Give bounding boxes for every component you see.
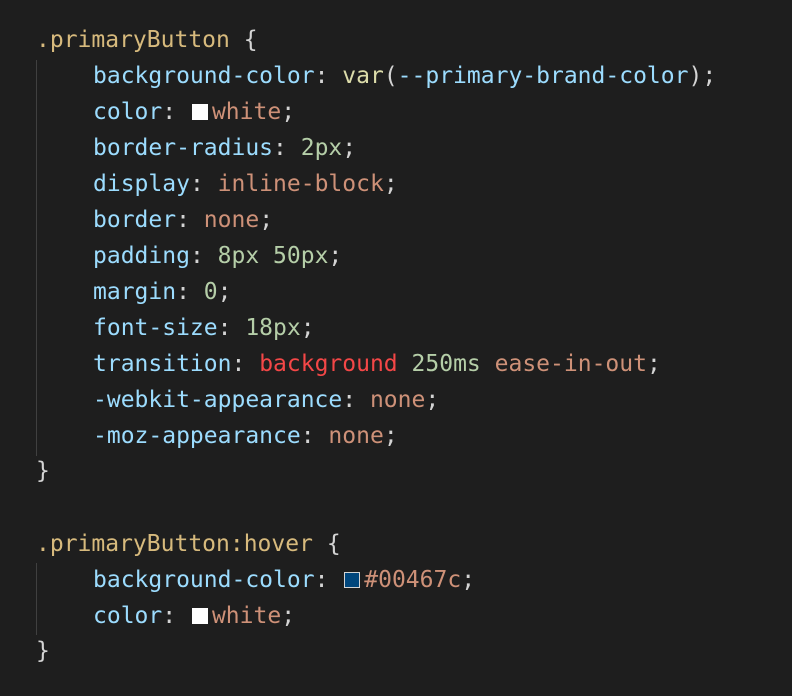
css-property: border-radius xyxy=(93,135,274,161)
open-brace: { xyxy=(243,27,258,53)
css-value-keyword: background xyxy=(259,351,398,377)
indent-guide xyxy=(36,60,37,456)
css-value: none xyxy=(328,423,384,449)
css-property: font-size xyxy=(93,315,218,341)
css-value-easing: ease-in-out xyxy=(494,351,647,377)
css-value-duration: 250ms xyxy=(411,351,481,377)
css-property: padding xyxy=(93,243,190,269)
code-line[interactable]: background-color: var(--primary-brand-co… xyxy=(93,58,716,94)
code-line[interactable]: padding: 8px 50px; xyxy=(93,238,342,274)
color-swatch-icon[interactable] xyxy=(191,104,208,120)
color-swatch-icon[interactable] xyxy=(344,572,361,588)
css-value: #00467c xyxy=(364,567,462,593)
code-line[interactable]: background-color: #00467c; xyxy=(93,562,475,598)
close-brace: } xyxy=(36,638,50,664)
css-value: 18px xyxy=(245,315,301,341)
css-value: inline-block xyxy=(217,171,384,197)
color-swatch-icon[interactable] xyxy=(191,608,208,624)
css-property: border xyxy=(93,207,177,233)
css-value: none xyxy=(369,387,426,413)
css-value: white xyxy=(211,99,282,125)
css-value: 0 xyxy=(203,279,218,305)
close-brace: } xyxy=(36,458,50,484)
code-line[interactable]: margin: 0; xyxy=(93,274,232,310)
code-line[interactable]: color: white; xyxy=(93,94,295,130)
css-property: -webkit-appearance xyxy=(93,387,343,413)
code-line[interactable]: .primaryButton:hover { xyxy=(36,526,341,562)
css-value: 2px xyxy=(300,135,343,161)
code-line[interactable]: -webkit-appearance: none; xyxy=(93,382,439,418)
css-property: background-color xyxy=(93,63,315,89)
css-property: -moz-appearance xyxy=(93,423,301,449)
css-value: none xyxy=(203,207,260,233)
css-property: background-color xyxy=(93,567,315,593)
css-property: display xyxy=(93,171,190,197)
css-selector: .primaryButton:hover xyxy=(36,531,313,557)
css-value: white xyxy=(211,603,282,629)
open-brace: { xyxy=(326,531,341,557)
code-line[interactable]: transition: background 250ms ease-in-out… xyxy=(93,346,661,382)
css-property: color xyxy=(93,603,163,629)
css-function: var xyxy=(342,63,384,89)
code-line[interactable]: border-radius: 2px; xyxy=(93,130,356,166)
code-line[interactable]: color: white; xyxy=(93,598,295,634)
code-line[interactable]: font-size: 18px; xyxy=(93,310,315,346)
css-property: margin xyxy=(93,279,177,305)
css-variable: --primary-brand-color xyxy=(397,63,689,89)
css-value: 8px 50px xyxy=(217,243,329,269)
code-line[interactable]: -moz-appearance: none; xyxy=(93,418,398,454)
css-property: color xyxy=(93,99,163,125)
code-line[interactable]: } xyxy=(36,633,50,669)
code-line[interactable]: display: inline-block; xyxy=(93,166,398,202)
indent-guide xyxy=(36,563,37,635)
code-line[interactable]: border: none; xyxy=(93,202,273,238)
code-editor[interactable]: .primaryButton { background-color: var(-… xyxy=(0,0,792,696)
code-line[interactable]: .primaryButton { xyxy=(36,22,258,58)
code-line[interactable]: } xyxy=(36,453,50,489)
css-selector: .primaryButton xyxy=(36,27,230,53)
css-property: transition xyxy=(93,351,232,377)
